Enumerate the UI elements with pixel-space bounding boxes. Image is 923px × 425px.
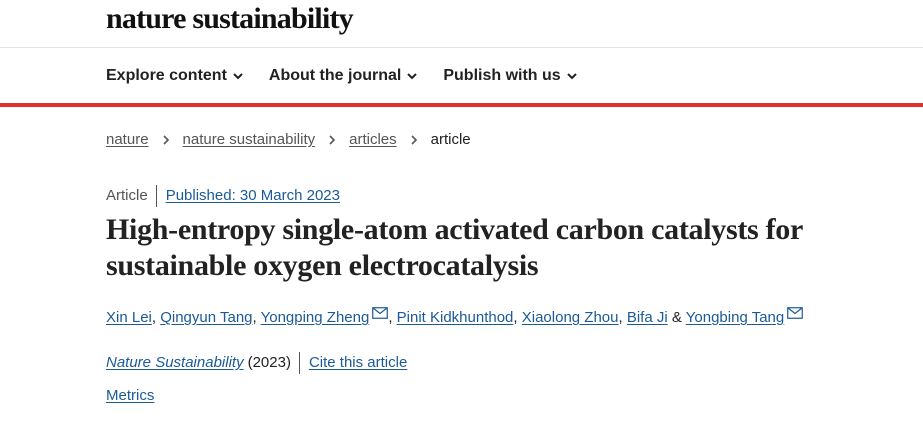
- breadcrumb-articles[interactable]: articles: [349, 129, 397, 151]
- author-link[interactable]: Pinit Kidkhunthod: [397, 309, 514, 326]
- nav-label: Explore content: [106, 67, 227, 84]
- accent-bar: [0, 103, 923, 107]
- cite-this-article-link[interactable]: Cite this article: [309, 352, 407, 374]
- author-link[interactable]: Xiaolong Zhou: [522, 309, 619, 326]
- chevron-down-icon: [233, 73, 243, 80]
- author-link[interactable]: Yongping Zheng: [261, 309, 370, 326]
- nav-label: Publish with us: [443, 67, 561, 84]
- chevron-down-icon: [407, 73, 418, 80]
- author-separator: ,: [388, 309, 397, 326]
- metrics-link[interactable]: Metrics: [106, 385, 154, 407]
- breadcrumb: nature nature sustainability articles ar…: [106, 129, 471, 151]
- author-link[interactable]: Bifa Ji: [627, 309, 668, 326]
- breadcrumb-nature[interactable]: nature: [106, 129, 149, 151]
- main-nav: Explore content About the journal Publis…: [106, 64, 578, 88]
- author-separator: ,: [618, 309, 627, 326]
- nav-explore-content[interactable]: Explore content: [106, 64, 244, 88]
- author-link[interactable]: Xin Lei: [106, 309, 152, 326]
- citation-row: Nature Sustainability (2023) Cite this a…: [106, 352, 407, 374]
- nav-label: About the journal: [268, 67, 402, 84]
- author-separator: ,: [252, 309, 261, 326]
- breadcrumb-nature-sustainability[interactable]: nature sustainability: [183, 129, 316, 151]
- author-separator: &: [667, 309, 686, 326]
- author-list: Xin Lei, Qingyun Tang, Yongping Zheng, P…: [106, 307, 804, 329]
- chevron-right-icon: [329, 135, 336, 145]
- chevron-down-icon: [566, 73, 577, 80]
- nav-about-the-journal[interactable]: About the journal: [269, 64, 418, 88]
- author-separator: ,: [151, 309, 161, 326]
- chevron-right-icon: [162, 135, 169, 145]
- header-divider: [0, 47, 923, 48]
- published-date-link[interactable]: Published: 30 March 2023: [166, 185, 340, 207]
- article-meta: Article Published: 30 March 2023: [106, 185, 340, 207]
- journal-link[interactable]: Nature Sustainability: [106, 352, 244, 374]
- divider: [298, 352, 300, 374]
- nav-publish-with-us[interactable]: Publish with us: [443, 64, 577, 88]
- breadcrumb-current: article: [430, 131, 471, 148]
- publication-year: (2023): [247, 354, 291, 371]
- mail-icon[interactable]: [787, 307, 804, 319]
- author-separator: ,: [513, 309, 522, 326]
- chevron-right-icon: [411, 135, 417, 145]
- mail-icon[interactable]: [372, 307, 389, 319]
- divider: [155, 185, 157, 207]
- site-logo[interactable]: nature sustainability: [106, 2, 354, 36]
- article-title: High-entropy single-atom activated carbo…: [106, 213, 803, 282]
- author-link[interactable]: Yongbing Tang: [686, 309, 784, 326]
- article-type: Article: [106, 187, 148, 204]
- author-link[interactable]: Qingyun Tang: [160, 309, 252, 326]
